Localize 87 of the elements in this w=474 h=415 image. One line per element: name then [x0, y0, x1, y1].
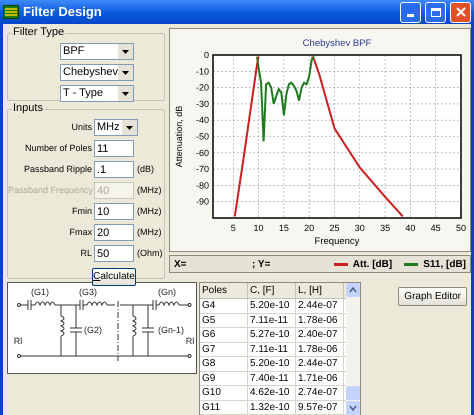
unit-label: (MHz) — [137, 226, 162, 239]
y-tick-label: -40 — [196, 115, 209, 126]
x-tick-label: 20 — [304, 223, 314, 233]
x-tick-label: 30 — [354, 223, 365, 233]
x-tick-label: 50 — [456, 223, 466, 233]
x-axis-label: Frequency — [314, 236, 360, 247]
table-cell: G11 — [200, 400, 248, 414]
y-readout: ; Y= — [252, 258, 272, 272]
table-cell: 1.32e-10 — [248, 400, 296, 414]
table-cell: G5 — [200, 314, 248, 327]
component-label: Rl — [14, 336, 22, 346]
column-header[interactable]: C, [F] — [248, 283, 296, 298]
x-tick-label: 35 — [380, 223, 390, 233]
input-field[interactable]: 20 — [94, 224, 134, 241]
y-tick-label: -20 — [196, 82, 209, 93]
table-cell: 5.20e-10 — [248, 299, 296, 312]
dropdown[interactable]: BPF — [60, 43, 134, 60]
dropdown[interactable]: Chebyshev — [60, 64, 134, 81]
table-cell: 2.40e-07 — [296, 328, 344, 342]
table-cell: 5.27e-10 — [248, 328, 296, 342]
component-label: (G1) — [31, 287, 49, 297]
table-cell: G4 — [200, 299, 248, 312]
group-title: Inputs — [12, 103, 44, 114]
component-label: (G2) — [84, 325, 102, 335]
field-label: Passband Ripple — [22, 162, 93, 176]
table-cell: 1.78e-06 — [296, 314, 344, 327]
y-tick-label: -60 — [196, 148, 209, 158]
table-cell: 9.57e-07 — [296, 400, 344, 414]
table-cell: G9 — [200, 372, 248, 385]
table-cell: 5.20e-10 — [248, 357, 296, 370]
input-field[interactable]: 10 — [94, 203, 134, 220]
unit-label: (MHz) — [137, 204, 162, 218]
table-cell: G7 — [200, 342, 248, 356]
legend-label: S11, [dB] — [423, 258, 466, 272]
input-field[interactable]: .1 — [94, 161, 134, 178]
input-field[interactable]: 11 — [94, 140, 134, 157]
y-tick-label: -80 — [196, 180, 209, 190]
x-tick-label: 45 — [430, 223, 441, 233]
graph-editor-button[interactable]: Graph Editor — [398, 287, 467, 306]
y-tick-label: -50 — [196, 132, 209, 142]
x-tick-label: 10 — [254, 223, 264, 233]
unit-label: (MHz) — [137, 184, 162, 197]
table-cell: 2.44e-07 — [296, 299, 344, 312]
y-tick-label: -70 — [196, 164, 209, 174]
table-cell: 2.74e-07 — [296, 386, 344, 400]
y-axis-label: Attenuation, dB — [174, 106, 184, 168]
x-tick-label: 25 — [329, 223, 340, 233]
calculate-button[interactable]: Calculate — [92, 268, 136, 286]
table-cell: 4.62e-10 — [248, 386, 296, 400]
field-label: RL — [79, 246, 93, 260]
y-tick-label: -10 — [196, 66, 209, 76]
table-cell: G6 — [200, 328, 248, 342]
table-cell: 1.71e-06 — [296, 372, 344, 385]
unit-label: (dB) — [137, 162, 154, 176]
field-label: Units — [70, 120, 93, 134]
table-cell: 7.11e-11 — [248, 342, 296, 356]
y-tick-label: -30 — [196, 98, 209, 109]
table-cell: 7.11e-11 — [248, 314, 296, 327]
table-cell: 2.44e-07 — [296, 357, 344, 370]
table-cell: G10 — [200, 386, 248, 400]
component-label: (G3) — [79, 287, 97, 297]
dropdown[interactable]: T - Type — [60, 85, 134, 102]
column-header[interactable]: Poles — [200, 283, 248, 298]
field-label: Fmax — [68, 226, 93, 239]
y-tick-label: -90 — [196, 196, 209, 207]
y-tick-label: 0 — [204, 50, 209, 60]
field-label: Passband Frequency — [8, 184, 94, 197]
dropdown[interactable]: MHz — [94, 119, 138, 136]
table-cell: 1.78e-06 — [296, 342, 344, 356]
unit-label: (Ohm) — [137, 246, 162, 260]
component-label: (Gn-1) — [158, 325, 184, 335]
legend-label: Att. [dB] — [352, 258, 392, 272]
table-cell: G8 — [200, 357, 248, 370]
field-label: Fmin — [71, 204, 93, 218]
x-tick-label: 5 — [230, 223, 236, 233]
x-tick-label: 15 — [278, 223, 289, 233]
field-label: Number of Poles — [24, 142, 93, 155]
column-header[interactable]: L, [H] — [296, 283, 344, 298]
component-label: (Gn) — [158, 287, 176, 297]
x-readout: X= — [174, 258, 188, 272]
window-title: Filter Design — [23, 3, 103, 22]
input-field[interactable]: 50 — [94, 245, 134, 262]
component-label: Rl — [186, 336, 194, 346]
x-tick-label: 40 — [405, 223, 416, 233]
group-title: Filter Type — [12, 27, 66, 38]
chart-title: Chebyshev BPF — [302, 38, 372, 49]
table-cell: 7.40e-11 — [248, 372, 296, 385]
